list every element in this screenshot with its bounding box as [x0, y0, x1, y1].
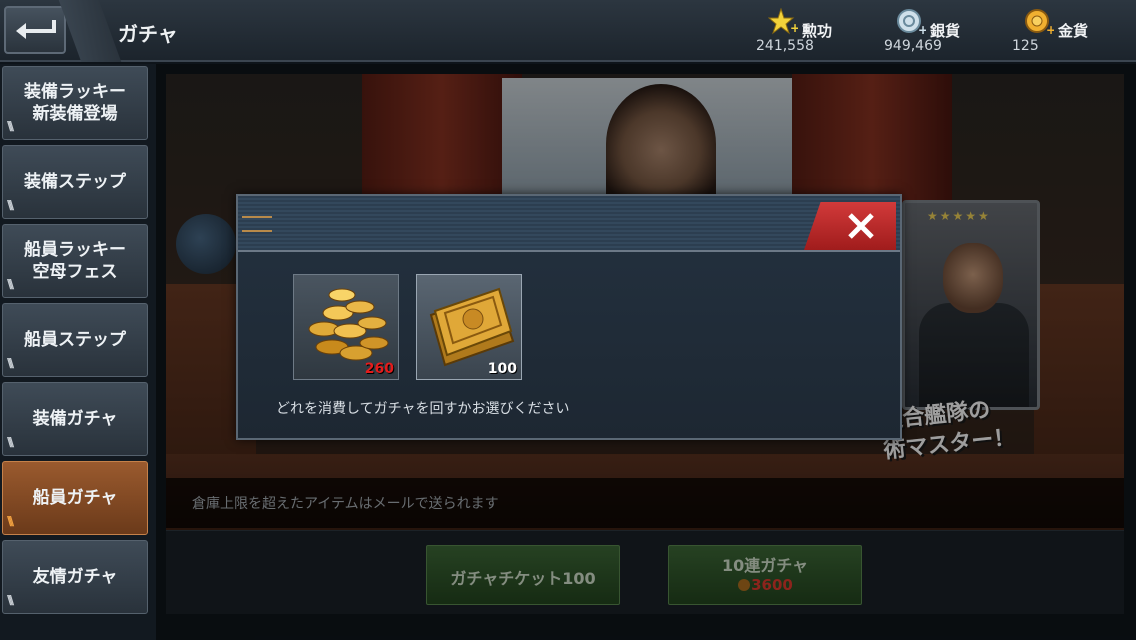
sidebar-item-crew-lucky[interactable]: 船員ラッキー 空母フェス \\\ — [2, 224, 148, 298]
stripe-icon: \\\ — [7, 593, 14, 607]
svg-text:+: + — [790, 21, 798, 35]
sidebar-item-equip-gacha[interactable]: 装備ガチャ \\\ — [2, 382, 148, 456]
currency-amount: 949,469 — [884, 38, 942, 54]
header-decoration — [242, 216, 272, 232]
gacha-ticket-option[interactable]: 100 — [416, 274, 522, 380]
svg-text:+: + — [918, 23, 926, 36]
sidebar-item-label: 装備ステップ — [24, 172, 126, 192]
back-button[interactable] — [4, 6, 66, 54]
sidebar-item-crew-gacha[interactable]: 船員ガチャ \\\ — [2, 461, 148, 535]
currency-name: 金貨 — [1058, 22, 1089, 40]
dialog-header — [238, 196, 900, 252]
gold-coins-option[interactable]: 260 — [293, 274, 399, 380]
stripe-icon: \\\ — [7, 435, 14, 449]
close-button[interactable] — [804, 202, 896, 250]
stripe-icon: \\\ — [7, 198, 14, 212]
sidebar-item-equip-step[interactable]: 装備ステップ \\\ — [2, 145, 148, 219]
stripe-icon: \\\ — [7, 277, 14, 291]
star-icon: + — [768, 8, 798, 35]
sidebar-item-label: 船員ガチャ — [32, 488, 118, 508]
back-arrow-icon — [16, 20, 56, 39]
close-icon — [848, 213, 874, 239]
title-plate — [58, 0, 122, 62]
svg-text:+: + — [1046, 23, 1054, 36]
silver-coin-icon: + — [897, 9, 926, 36]
currency-amount: 125 — [1012, 38, 1039, 54]
top-bar: ガチャ + 勲功 241,558 + 銀貨 949,469 + 金貨 125 — [0, 0, 1136, 62]
option-qty: 260 — [364, 361, 394, 377]
sidebar: 装備ラッキー 新装備登場 \\\ 装備ステップ \\\ 船員ラッキー 空母フェス… — [0, 64, 156, 640]
sidebar-item-label: 船員ステップ — [24, 330, 126, 350]
sidebar-item-label: 装備ガチャ — [32, 409, 118, 429]
stripe-icon: \\\ — [7, 119, 14, 133]
sidebar-item-crew-step[interactable]: 船員ステップ \\\ — [2, 303, 148, 377]
gold-coin-icon: + — [1025, 9, 1054, 36]
page-title: ガチャ — [118, 22, 178, 46]
sidebar-item-equip-lucky[interactable]: 装備ラッキー 新装備登場 \\\ — [2, 66, 148, 140]
dialog-message: どれを消費してガチャを回すかお選びください — [276, 401, 570, 417]
stripe-icon: \\\ — [7, 356, 14, 370]
currency-amount: 241,558 — [756, 38, 814, 54]
sidebar-item-label: 装備ラッキー 新装備登場 — [24, 82, 126, 124]
option-qty: 100 — [487, 361, 517, 377]
currency-select-dialog: 260 100 どれを消費してガチャを回すかお選びください — [236, 194, 902, 440]
stripe-icon: \\\ — [7, 514, 14, 528]
sidebar-item-friend-gacha[interactable]: 友情ガチャ \\\ — [2, 540, 148, 614]
sidebar-item-label: 船員ラッキー 空母フェス — [24, 240, 126, 282]
sidebar-item-label: 友情ガチャ — [32, 567, 118, 587]
